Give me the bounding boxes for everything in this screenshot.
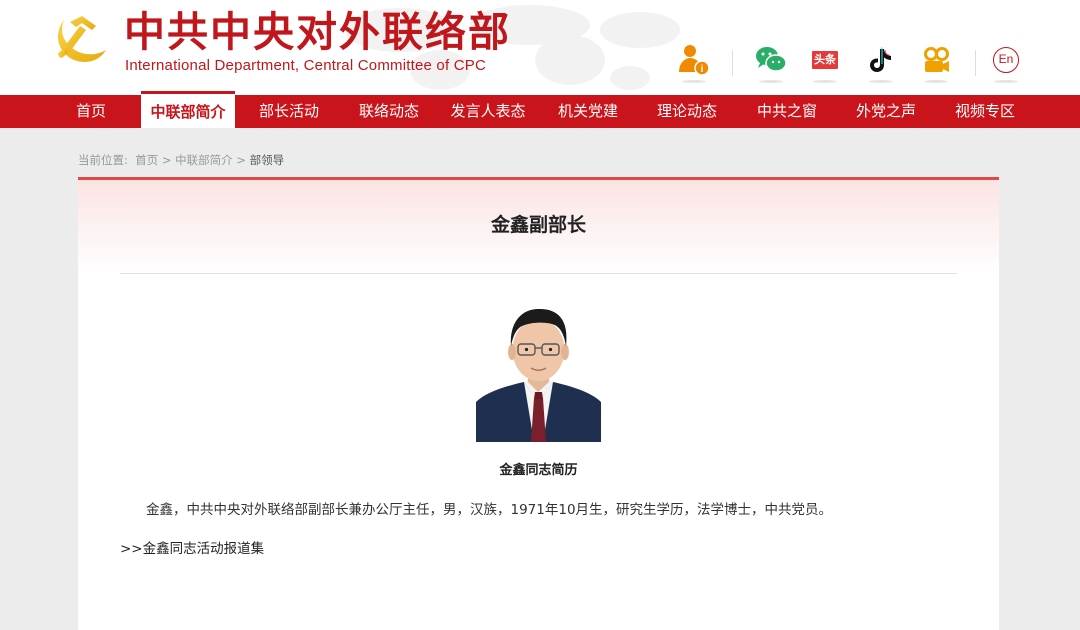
breadcrumb-prefix: 当前位置: [78,153,128,167]
breadcrumb-current-link[interactable]: 部领导 [250,153,285,167]
nav-item-liaison-news[interactable]: 联络动态 [350,95,428,128]
nav-item-foreign-parties[interactable]: 外党之声 [847,95,925,128]
nav-item-party-building[interactable]: 机关党建 [550,95,626,128]
toutiao-label: 头条 [812,51,838,69]
breadcrumb-separator: > [236,153,246,167]
nav-item-about[interactable]: 中联部简介 [141,91,235,128]
video-channel-icon[interactable] [916,40,956,83]
brand-title-en: International Department, Central Commit… [125,57,486,74]
bio-paragraph: 金鑫，中共中央对外联络部副部长兼办公厅主任，男，汉族，1971年10月生，研究生… [146,502,833,518]
info-person-icon[interactable]: i [674,40,714,83]
wechat-icon[interactable] [751,40,791,83]
nav-item-home[interactable]: 首页 [62,95,120,128]
resume-subtitle: 金鑫同志简历 [499,463,578,478]
nav-item-spokesperson[interactable]: 发言人表态 [445,95,531,128]
tiktok-icon[interactable] [861,40,901,83]
brand-title-cn[interactable]: 中共中央对外联络部 [124,8,511,56]
title-divider [120,273,957,274]
site-header: 中共中央对外联络部 International Department, Cent… [0,0,1080,95]
social-divider [732,50,733,76]
english-label: En [993,47,1019,73]
article-card: 金鑫副部长 金鑫同志简历 金鑫，中共中央对外联络部副部长兼办公厅主任，男，汉族，… [78,177,999,630]
nav-item-cpc-window[interactable]: 中共之窗 [748,95,826,128]
main-nav: 首页 中联部简介 部长活动 联络动态 发言人表态 机关党建 理论动态 中共之窗 … [0,91,1080,128]
social-divider [975,50,976,76]
portrait-photo [476,302,601,442]
breadcrumb-section-link[interactable]: 中联部简介 [175,153,233,167]
english-version-icon[interactable]: En [986,40,1026,83]
breadcrumb: 当前位置: 首页 > 中联部简介 > 部领导 [78,152,284,168]
nav-item-theory[interactable]: 理论动态 [648,95,726,128]
breadcrumb-home-link[interactable]: 首页 [135,153,158,167]
toutiao-icon[interactable]: 头条 [805,40,845,83]
svg-text:i: i [701,64,704,75]
breadcrumb-separator: > [161,153,172,167]
nav-item-minister-activities[interactable]: 部长活动 [250,95,328,128]
article-title: 金鑫副部长 [490,214,586,236]
cpc-emblem-icon [58,16,106,62]
nav-item-video[interactable]: 视频专区 [946,95,1024,128]
activity-reports-link[interactable]: >>金鑫同志活动报道集 [120,539,264,559]
